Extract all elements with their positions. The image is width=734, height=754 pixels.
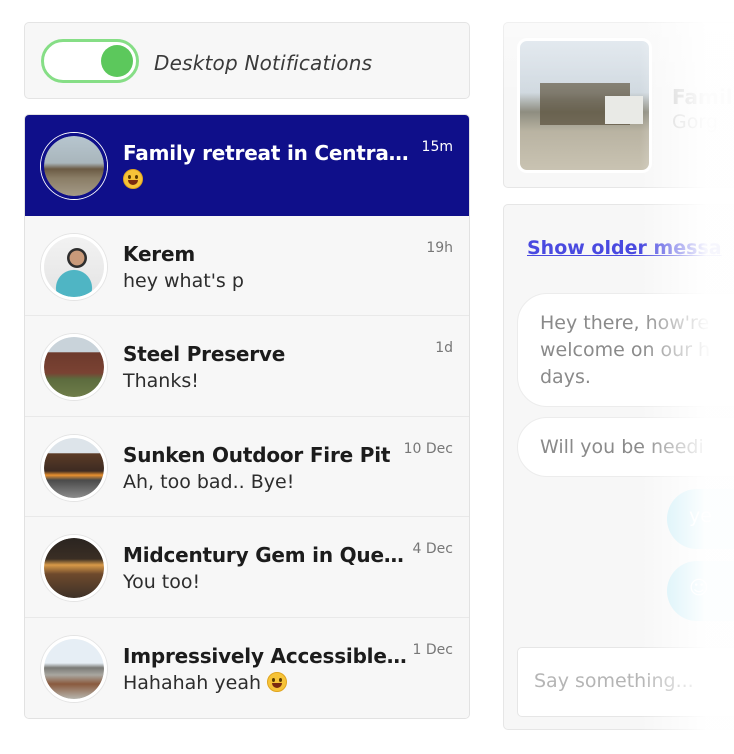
conversation-time: 4 Dec bbox=[412, 541, 453, 557]
message-line: days. bbox=[540, 366, 591, 388]
avatar bbox=[41, 635, 107, 702]
conversation-item[interactable]: Steel Preserve Thanks! 1d bbox=[25, 316, 469, 417]
conversation-title: Steel Preserve bbox=[123, 342, 286, 366]
message-line: Will you be needi bbox=[540, 436, 704, 458]
message-text: ☺ bbox=[689, 577, 709, 599]
conversation-time: 19h bbox=[426, 239, 453, 256]
listing-title: Famil bbox=[672, 85, 733, 109]
conversation-item[interactable]: Midcentury Gem in Quebec You too! 4 Dec bbox=[25, 517, 469, 618]
conversation-time: 15m bbox=[421, 139, 453, 155]
conversation-preview-text: Hahahah yeah bbox=[123, 671, 262, 694]
message-composer-input[interactable]: Say something... bbox=[517, 647, 734, 717]
conversation-preview: hey what's p bbox=[123, 269, 244, 292]
smile-emoji-icon bbox=[267, 671, 288, 692]
conversation-preview: Thanks! bbox=[123, 370, 199, 392]
toggle-knob bbox=[101, 45, 133, 77]
desktop-notifications-toggle[interactable] bbox=[41, 39, 139, 83]
outgoing-message: ye bbox=[667, 489, 734, 549]
conversation-title: Sunken Outdoor Fire Pit bbox=[123, 442, 391, 467]
notifications-card: Desktop Notifications bbox=[24, 22, 470, 99]
conversation-preview: Ah, too bad.. Bye! bbox=[123, 470, 295, 493]
conversation-time: 1d bbox=[435, 340, 453, 356]
outgoing-message: ☺ bbox=[667, 561, 734, 621]
avatar bbox=[41, 434, 107, 501]
conversation-preview: You too! bbox=[123, 571, 201, 593]
message-line: welcome on our h bbox=[540, 339, 711, 361]
incoming-message: Hey there, how're welcome on our h days. bbox=[517, 293, 734, 407]
conversation-item[interactable]: Impressively Accessible H... Hahahah yea… bbox=[25, 617, 469, 718]
show-older-messages-link[interactable]: Show older messa bbox=[527, 237, 722, 259]
avatar bbox=[41, 233, 107, 300]
notifications-label: Desktop Notifications bbox=[154, 51, 373, 75]
conversation-title: Midcentury Gem in Quebec bbox=[123, 543, 413, 567]
incoming-message: Will you be needi bbox=[517, 417, 734, 477]
conversation-item[interactable]: Kerem hey what's p 19h bbox=[25, 215, 469, 316]
avatar bbox=[41, 133, 107, 199]
conversation-title: Impressively Accessible H... bbox=[123, 643, 413, 668]
listing-card[interactable]: Famil Gorg bbox=[503, 22, 734, 188]
listing-subtitle: Gorg bbox=[672, 111, 718, 133]
avatar bbox=[41, 535, 107, 601]
listing-photo bbox=[517, 38, 652, 173]
message-line: Hey there, how're bbox=[540, 312, 710, 334]
conversation-time: 1 Dec bbox=[412, 641, 453, 658]
listing-photo-annex bbox=[605, 96, 643, 124]
message-text: ye bbox=[689, 505, 712, 527]
conversation-preview bbox=[123, 169, 143, 191]
conversation-preview: Hahahah yeah bbox=[123, 671, 288, 694]
conversation-time: 10 Dec bbox=[403, 440, 453, 457]
chat-panel: Show older messa Hey there, how're welco… bbox=[503, 204, 734, 730]
conversation-item[interactable]: Sunken Outdoor Fire Pit Ah, too bad.. By… bbox=[25, 416, 469, 517]
smile-emoji-icon bbox=[123, 169, 143, 189]
conversation-title: Family retreat in Central M... bbox=[123, 141, 413, 165]
conversation-title: Kerem bbox=[123, 241, 195, 266]
conversation-list: Family retreat in Central M... 15m Kerem… bbox=[24, 114, 470, 719]
avatar bbox=[41, 334, 107, 400]
conversation-item[interactable]: Family retreat in Central M... 15m bbox=[25, 115, 469, 216]
